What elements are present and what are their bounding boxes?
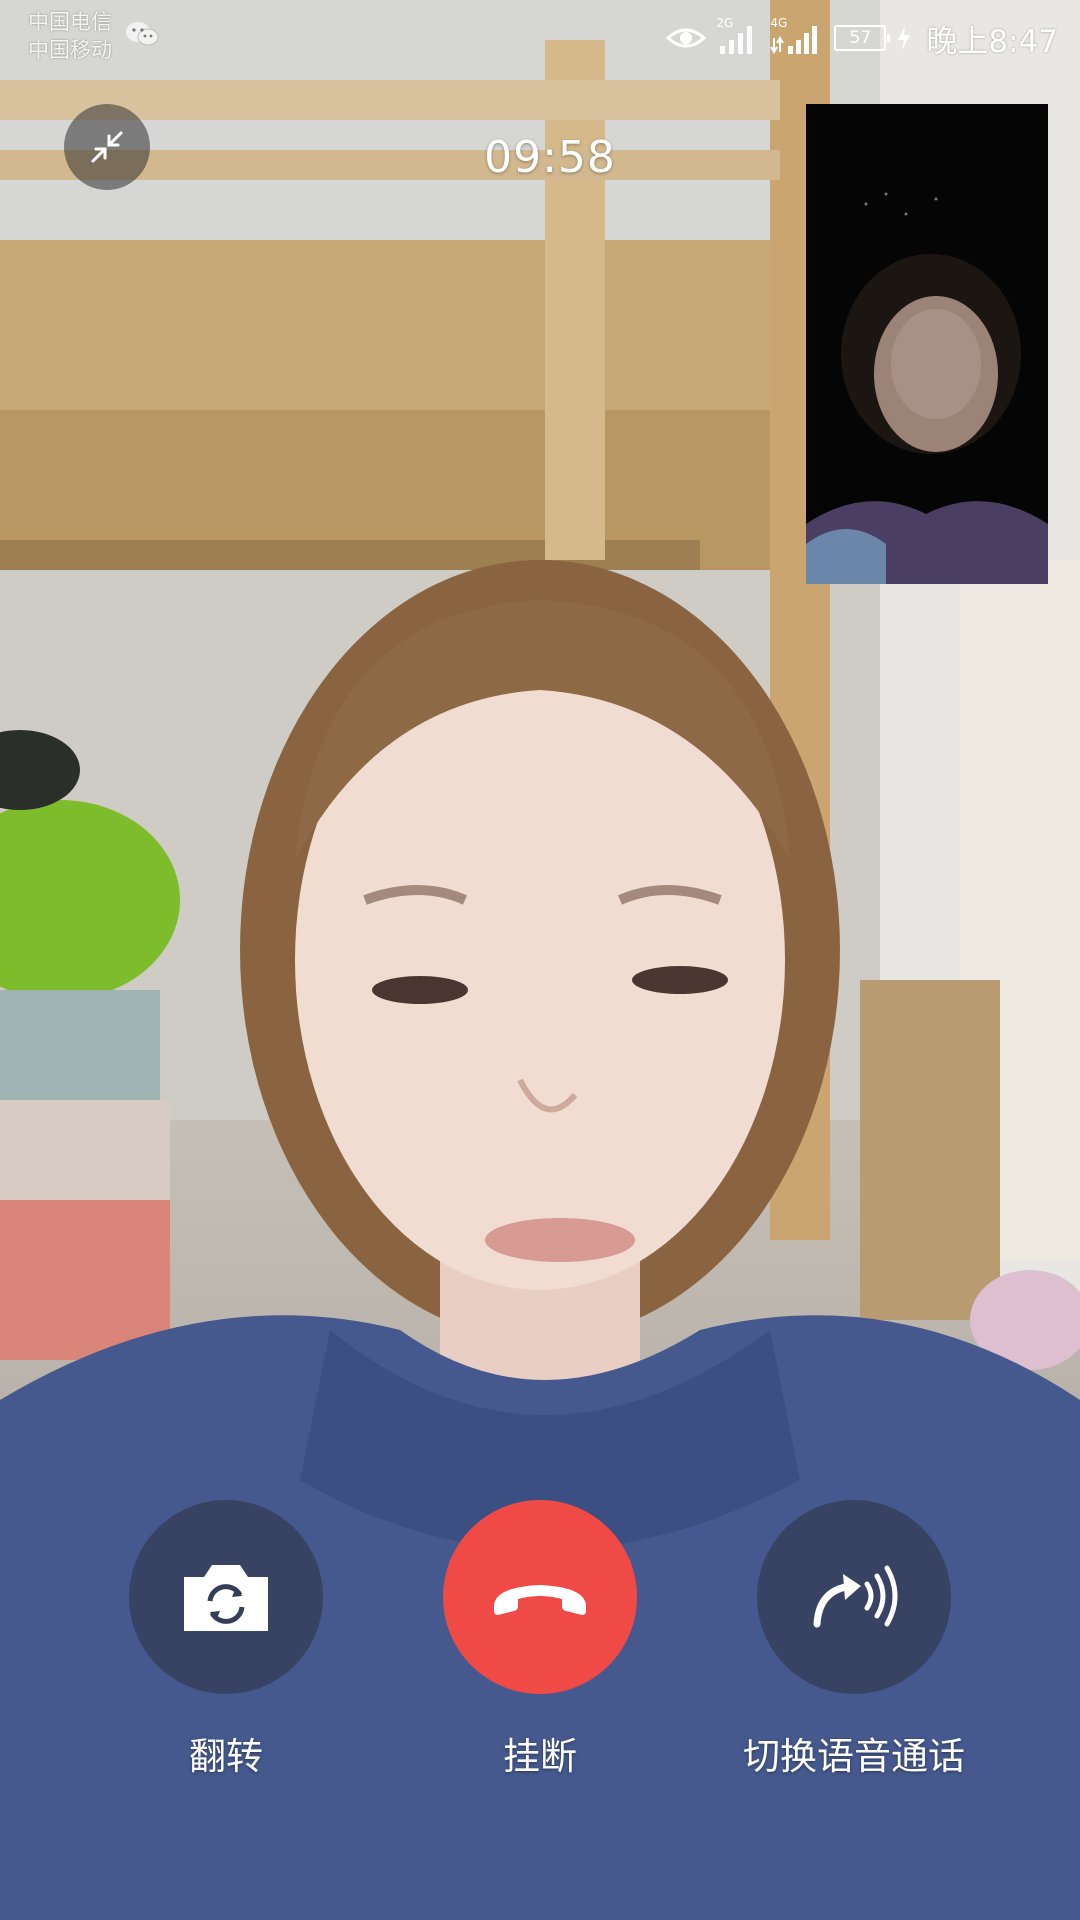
hangup-label: 挂断	[503, 1735, 577, 1778]
signal-2g: 2G	[716, 16, 760, 56]
signal-4g: 4G	[770, 16, 824, 56]
switch-voice-icon	[813, 1565, 898, 1628]
carrier-2: 中国移动	[28, 38, 112, 62]
battery-indicator: 57	[834, 25, 891, 51]
battery-level: 57	[849, 28, 872, 48]
hangup-button[interactable]	[443, 1500, 637, 1694]
camera-flip-icon	[184, 1565, 268, 1631]
switch-voice-control: 切换语音通话	[704, 1500, 1004, 1780]
switch-voice-label: 切换语音通话	[743, 1735, 965, 1778]
hangup-control: 挂断	[390, 1500, 690, 1780]
flip-camera-control: 翻转	[76, 1500, 376, 1780]
eye-comfort-icon	[666, 28, 707, 48]
hangup-phone-icon	[494, 1585, 586, 1615]
charging-icon	[898, 26, 911, 50]
network-4g-label: 4G	[770, 16, 788, 30]
flip-camera-button[interactable]	[129, 1500, 323, 1694]
status-indicators: 2G 4G 57 晚上8:47	[666, 14, 1058, 62]
video-call-screen: 中国电信 中国移动 2G 4G 57 晚上8:47 09:58 翻转 挂断 切换…	[0, 0, 1080, 1920]
status-bar: 中国电信 中国移动 2G 4G 57 晚上8:47	[0, 0, 1080, 76]
status-clock: 晚上8:47	[926, 23, 1058, 60]
carrier-1: 中国电信	[28, 10, 112, 34]
wechat-icon	[126, 22, 159, 46]
network-2g-label: 2G	[716, 16, 734, 30]
carrier-info: 中国电信 中国移动	[28, 8, 112, 64]
flip-camera-label: 翻转	[189, 1735, 263, 1778]
self-preview-image	[806, 104, 1048, 584]
switch-voice-button[interactable]	[757, 1500, 951, 1694]
self-preview-video[interactable]	[806, 104, 1048, 584]
